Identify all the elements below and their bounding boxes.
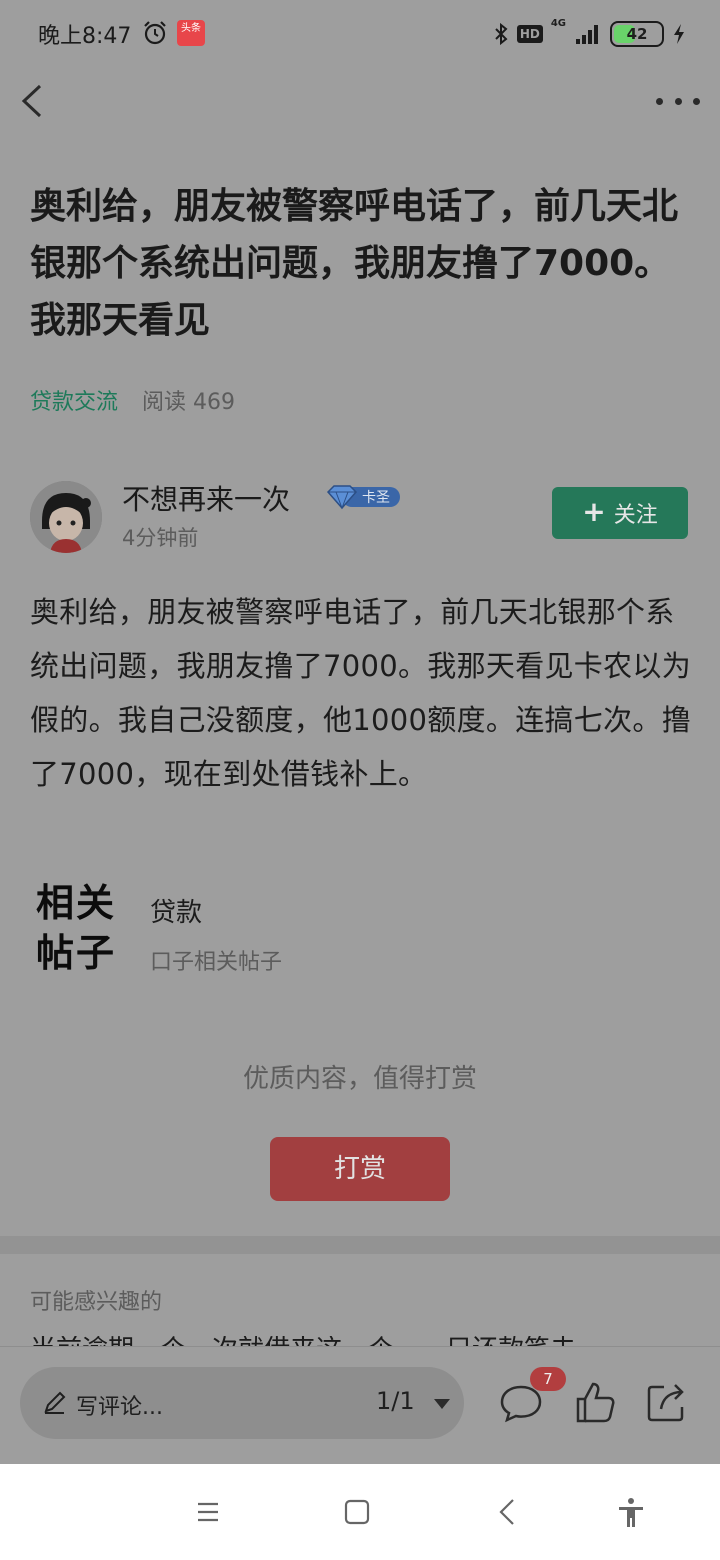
reward-prompt: 优质内容，值得打赏 (242, 1064, 477, 1094)
system-nav-bar (0, 1464, 720, 1560)
status-right-group: HD 4G 42 (493, 18, 686, 50)
related-logo-line2: 帖子 (36, 930, 117, 975)
related-subtitle: 口子相关帖子 (150, 950, 283, 975)
menu-icon[interactable] (192, 1496, 224, 1528)
read-count: 阅读 469 (142, 390, 236, 415)
related-posts[interactable]: 相关 帖子 贷款 口子相关帖子 (36, 878, 686, 978)
author-row: 不想再来一次 卡圣 4分钟前 + 关注 (30, 478, 690, 558)
post-time: 4分钟前 (122, 526, 199, 550)
top-nav (0, 68, 720, 138)
follow-label: 关注 (613, 503, 658, 528)
pen-icon (44, 1391, 66, 1414)
status-time: 晚上8:47 (38, 24, 132, 49)
more-dot (674, 97, 682, 105)
network-type: 4G (550, 18, 566, 29)
avatar[interactable] (30, 481, 102, 553)
more-icon[interactable] (656, 88, 700, 114)
reward-button[interactable]: 打赏 (270, 1137, 450, 1201)
related-logo-line1: 相关 (36, 880, 117, 925)
article-meta: 贷款交流 阅读 469 (30, 384, 235, 416)
badge-label: 卡圣 (362, 490, 390, 506)
category-link[interactable]: 贷款交流 (30, 384, 118, 416)
bluetooth-icon (495, 22, 508, 46)
article-body: 奥利给，朋友被警察呼电话了，前几天北银那个系统出问题，我朋友撸了7000。我那天… (30, 595, 692, 791)
share-icon[interactable] (644, 1379, 690, 1425)
comment-input[interactable]: 写评论... 1/1 (20, 1367, 464, 1439)
alarm-icon (144, 21, 166, 45)
charging-icon (674, 24, 684, 44)
related-title: 贷款 (150, 898, 203, 928)
more-dot (656, 97, 663, 105)
comment-placeholder: 写评论... (76, 1395, 163, 1420)
battery-level: 42 (626, 25, 648, 43)
recommend-header: 可能感兴趣的 (30, 1290, 163, 1315)
hd-indicator: HD (516, 25, 543, 43)
related-logo: 相关 帖子 (36, 878, 128, 978)
battery-indicator: 42 (610, 21, 664, 47)
caret-down-icon[interactable] (434, 1399, 450, 1409)
more-dot (693, 97, 700, 105)
accessibility-icon[interactable] (615, 1496, 647, 1528)
app-icon-text: 头条 (181, 23, 201, 34)
section-divider (0, 1236, 720, 1254)
avatar-image (30, 481, 102, 553)
status-bar: 晚上8:47 头条 HD 4G 42 (0, 0, 720, 68)
article-title: 奥利给，朋友被警察呼电话了，前几天北银那个系统出问题，我朋友撸了7000。我那天… (30, 186, 679, 341)
signal-icon (576, 25, 598, 44)
recommend-item-peek[interactable]: 当前逾期一个，次就借来这一个……只还款笔去 (30, 1336, 690, 1346)
home-icon[interactable] (341, 1496, 373, 1528)
sys-back-icon[interactable] (493, 1496, 525, 1528)
comment-count-badge: 7 (530, 1367, 566, 1391)
plus-icon: + (582, 494, 606, 528)
follow-button[interactable]: + 关注 (552, 487, 688, 539)
back-icon[interactable] (14, 78, 54, 124)
author-name[interactable]: 不想再来一次 (122, 478, 290, 518)
like-icon[interactable] (572, 1379, 618, 1425)
bottom-action-bar: 写评论... 1/1 7 (0, 1346, 720, 1465)
toutiao-app-icon: 头条 (177, 20, 205, 46)
page-indicator[interactable]: 1/1 (376, 1387, 415, 1415)
